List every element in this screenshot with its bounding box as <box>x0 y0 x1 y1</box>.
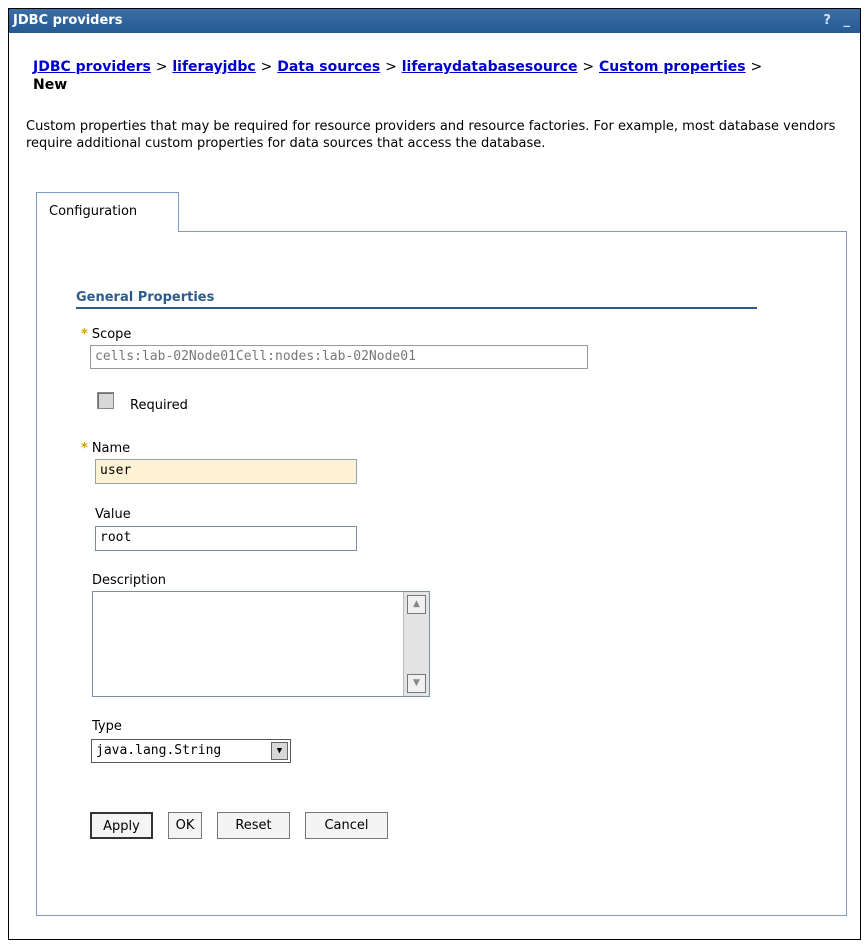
breadcrumb-separator: > <box>260 59 273 75</box>
scope-label: Scope <box>91 327 132 342</box>
window-title: JDBC providers <box>13 13 123 28</box>
required-star-icon: * <box>81 441 88 456</box>
breadcrumb-link-jdbc-providers[interactable]: JDBC providers <box>33 59 151 75</box>
section-title-general-properties: General Properties <box>76 290 215 305</box>
apply-button[interactable]: Apply <box>90 812 153 839</box>
breadcrumb-separator: > <box>582 59 595 75</box>
value-input[interactable]: root <box>95 526 357 551</box>
description-label: Description <box>92 573 167 588</box>
name-label-row: * Name <box>81 441 130 456</box>
description-textarea[interactable]: ▲ ▼ <box>92 591 430 697</box>
window-title-bar: JDBC providers ? _ <box>9 9 860 33</box>
reset-button[interactable]: Reset <box>217 812 290 839</box>
breadcrumb-link-custom-properties[interactable]: Custom properties <box>599 59 746 75</box>
section-divider <box>76 307 757 309</box>
value-label: Value <box>95 507 131 522</box>
breadcrumb-link-data-sources[interactable]: Data sources <box>277 59 380 75</box>
name-input[interactable]: user <box>95 459 357 484</box>
type-select[interactable]: java.lang.String ▼ <box>91 739 291 763</box>
description-scrollbar[interactable]: ▲ ▼ <box>403 592 429 696</box>
required-checkbox[interactable] <box>97 392 114 409</box>
required-label: Required <box>130 398 188 413</box>
breadcrumb-link-liferayjdbc[interactable]: liferayjdbc <box>172 59 255 75</box>
breadcrumb-separator: > <box>385 59 397 75</box>
chevron-down-icon[interactable]: ▼ <box>271 742 288 760</box>
breadcrumb-current: New <box>33 77 68 93</box>
breadcrumb-separator: > <box>155 59 168 75</box>
breadcrumb-separator: > <box>750 59 763 75</box>
required-star-icon: * <box>81 327 88 342</box>
type-selected-value: java.lang.String <box>96 743 222 758</box>
scroll-down-icon[interactable]: ▼ <box>407 674 426 693</box>
window-controls[interactable]: ? _ <box>823 9 854 33</box>
scope-field: cells:lab-02Node01Cell:nodes:lab-02Node0… <box>90 345 588 369</box>
breadcrumb-link-liferaydatabasesource[interactable]: liferaydatabasesource <box>402 59 578 75</box>
name-label: Name <box>91 441 131 456</box>
scope-label-row: * Scope <box>81 327 131 342</box>
type-label: Type <box>92 719 122 734</box>
tab-configuration[interactable]: Configuration <box>36 192 179 232</box>
page-description: Custom properties that may be required f… <box>26 119 836 151</box>
ok-button[interactable]: OK <box>168 812 202 839</box>
breadcrumb: JDBC providers > liferayjdbc > Data sour… <box>33 58 793 94</box>
scroll-up-icon[interactable]: ▲ <box>407 595 426 614</box>
cancel-button[interactable]: Cancel <box>305 812 388 839</box>
